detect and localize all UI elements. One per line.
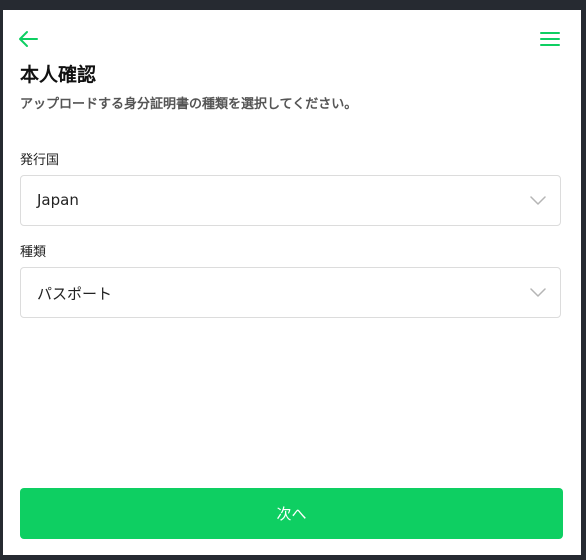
page-title: 本人確認 — [20, 64, 97, 86]
country-select[interactable]: Japan — [20, 175, 561, 226]
chevron-down-icon — [530, 196, 546, 205]
country-select-value: Japan — [37, 191, 79, 209]
next-button[interactable]: 次へ — [20, 488, 563, 539]
chevron-down-icon — [530, 288, 546, 297]
menu-button[interactable] — [539, 30, 561, 48]
doc-type-select-value: パスポート — [37, 285, 113, 303]
identity-verification-panel: 本人確認 アップロードする身分証明書の種類を選択してください。 発行国 Japa… — [3, 10, 581, 555]
arrow-left-icon — [19, 31, 38, 47]
doc-type-select[interactable]: パスポート — [20, 267, 561, 318]
back-button[interactable] — [17, 30, 39, 48]
hamburger-menu-icon — [540, 32, 560, 46]
country-label: 発行国 — [20, 153, 60, 168]
doc-type-label: 種類 — [20, 245, 47, 260]
page-subtitle: アップロードする身分証明書の種類を選択してください。 — [20, 97, 358, 112]
